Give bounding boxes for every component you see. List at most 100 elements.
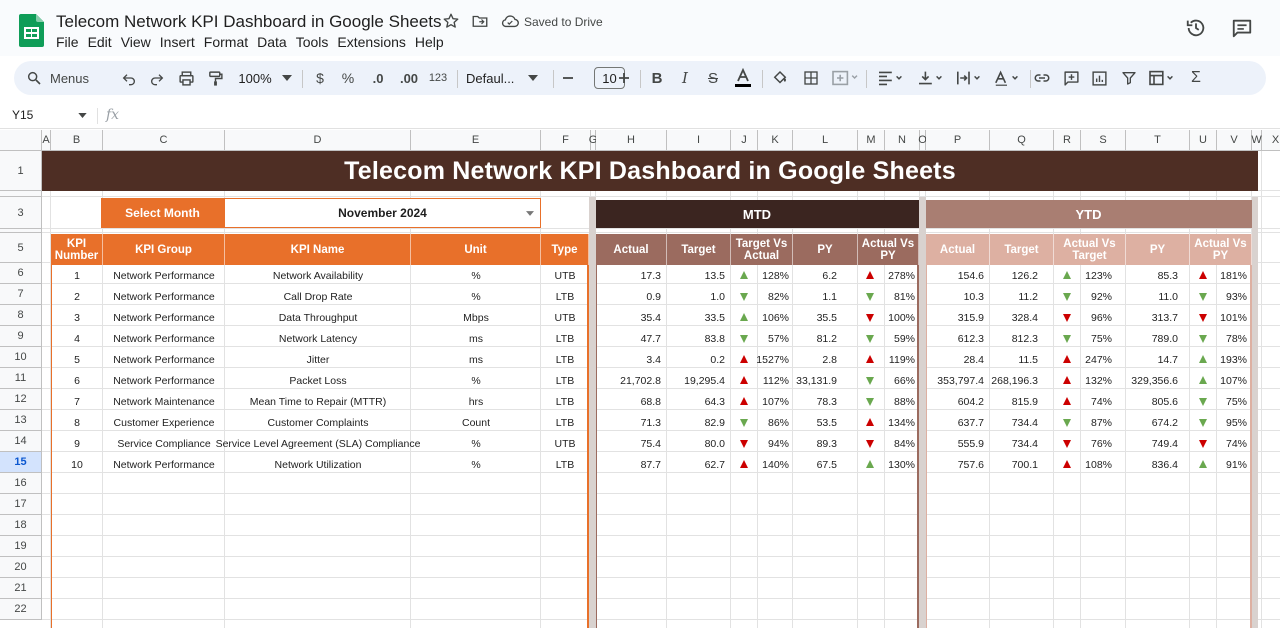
arrow-up-icon bbox=[1063, 355, 1071, 363]
paint-format-icon[interactable] bbox=[205, 61, 225, 95]
vertical-align-icon[interactable] bbox=[914, 61, 948, 95]
bold-icon[interactable]: B bbox=[648, 61, 666, 95]
column-header[interactable]: P bbox=[926, 130, 990, 151]
merge-cells-icon[interactable] bbox=[830, 61, 860, 95]
select-all-corner[interactable] bbox=[0, 130, 42, 151]
row-header[interactable]: 1 bbox=[0, 151, 42, 191]
currency-format-button[interactable]: $ bbox=[312, 61, 328, 95]
insert-chart-icon[interactable] bbox=[1089, 61, 1109, 95]
row-header[interactable]: 13 bbox=[0, 410, 42, 431]
percent-format-button[interactable]: % bbox=[340, 61, 356, 95]
mtd-target-vs-actual: 82% bbox=[767, 290, 789, 303]
column-header[interactable]: S bbox=[1081, 130, 1126, 151]
row-header[interactable]: 14 bbox=[0, 431, 42, 452]
column-header[interactable]: H bbox=[596, 130, 667, 151]
name-box[interactable]: Y15 bbox=[12, 108, 33, 122]
increase-decimal-button[interactable]: .00 bbox=[396, 61, 422, 95]
column-header[interactable]: L bbox=[793, 130, 858, 151]
row-header[interactable]: 7 bbox=[0, 284, 42, 305]
text-rotation-icon[interactable] bbox=[990, 61, 1024, 95]
menu-format[interactable]: Format bbox=[204, 34, 255, 50]
row-header[interactable]: 10 bbox=[0, 347, 42, 368]
row-header[interactable]: 8 bbox=[0, 305, 42, 326]
menu-help[interactable]: Help bbox=[415, 34, 451, 50]
column-header[interactable]: K bbox=[758, 130, 793, 151]
column-header[interactable]: F bbox=[541, 130, 591, 151]
menu-edit[interactable]: Edit bbox=[88, 34, 119, 50]
column-header[interactable]: U bbox=[1190, 130, 1217, 151]
row-header[interactable]: 16 bbox=[0, 473, 42, 494]
redo-icon[interactable] bbox=[148, 61, 166, 95]
row-header[interactable]: 22 bbox=[0, 599, 42, 620]
row-header[interactable]: 12 bbox=[0, 389, 42, 410]
horizontal-align-icon[interactable] bbox=[874, 61, 908, 95]
column-header[interactable]: I bbox=[667, 130, 731, 151]
print-icon[interactable] bbox=[176, 61, 196, 95]
menu-view[interactable]: View bbox=[121, 34, 158, 50]
row-header[interactable]: 9 bbox=[0, 326, 42, 347]
text-wrapping-icon[interactable] bbox=[952, 61, 986, 95]
menu-file[interactable]: File bbox=[56, 34, 86, 50]
column-header[interactable]: J bbox=[731, 130, 758, 151]
row-header[interactable]: 11 bbox=[0, 368, 42, 389]
zoom-select[interactable]: 100% bbox=[234, 61, 296, 95]
menu-extensions[interactable]: Extensions bbox=[337, 34, 412, 50]
insert-comment-icon[interactable] bbox=[1061, 61, 1081, 95]
column-header[interactable]: D bbox=[225, 130, 411, 151]
undo-icon[interactable] bbox=[120, 61, 138, 95]
row-header[interactable]: 3 bbox=[0, 197, 42, 229]
comments-icon[interactable] bbox=[1231, 17, 1253, 39]
decrease-decimal-button[interactable]: .0 bbox=[367, 61, 389, 95]
number-format-button[interactable]: 123 bbox=[427, 61, 449, 95]
strikethrough-icon[interactable]: S bbox=[704, 61, 722, 95]
fill-color-icon[interactable] bbox=[770, 61, 790, 95]
row-header[interactable]: 15 bbox=[0, 452, 42, 473]
font-select[interactable]: Defaul... bbox=[466, 61, 542, 95]
column-header[interactable]: W bbox=[1251, 130, 1262, 151]
kpi-unit: % bbox=[471, 458, 481, 471]
row-header[interactable]: 20 bbox=[0, 557, 42, 578]
decrease-font-size-button[interactable] bbox=[560, 61, 576, 95]
row-header[interactable]: 18 bbox=[0, 515, 42, 536]
functions-icon[interactable]: Σ bbox=[1186, 61, 1206, 95]
menu-insert[interactable]: Insert bbox=[160, 34, 202, 50]
italic-icon[interactable]: I bbox=[676, 61, 694, 95]
menu-tools[interactable]: Tools bbox=[296, 34, 336, 50]
column-header[interactable]: X bbox=[1262, 130, 1280, 151]
column-header[interactable]: R bbox=[1054, 130, 1081, 151]
insert-link-icon[interactable] bbox=[1032, 61, 1052, 95]
filter-views-icon[interactable] bbox=[1145, 61, 1179, 95]
increase-font-size-button[interactable] bbox=[616, 61, 632, 95]
column-header[interactable]: M bbox=[858, 130, 885, 151]
document-title[interactable]: Telecom Network KPI Dashboard in Google … bbox=[56, 12, 442, 32]
cloud-saved-icon[interactable] bbox=[500, 12, 519, 30]
text-color-icon[interactable] bbox=[732, 61, 754, 95]
move-to-folder-icon[interactable] bbox=[471, 12, 489, 30]
chevron-down-icon bbox=[281, 75, 292, 81]
row-header[interactable]: 5 bbox=[0, 233, 42, 263]
column-header[interactable]: T bbox=[1126, 130, 1190, 151]
chevron-down-icon[interactable] bbox=[78, 113, 87, 118]
sheets-logo-icon[interactable] bbox=[19, 14, 44, 47]
kpi-type: LTB bbox=[555, 416, 575, 429]
row-header[interactable]: 21 bbox=[0, 578, 42, 599]
column-header[interactable]: A bbox=[42, 130, 51, 151]
spreadsheet-grid[interactable]: ABCDEFGHIJKLMNOPQRSTUVWX 123456789101112… bbox=[0, 130, 1280, 628]
kpi-number: 7 bbox=[74, 395, 80, 408]
month-dropdown[interactable]: November 2024 bbox=[224, 198, 541, 228]
column-header[interactable]: Q bbox=[990, 130, 1054, 151]
row-header[interactable]: 19 bbox=[0, 536, 42, 557]
version-history-icon[interactable] bbox=[1185, 17, 1207, 39]
column-header[interactable]: B bbox=[51, 130, 103, 151]
row-header[interactable]: 6 bbox=[0, 263, 42, 284]
search-menus-button[interactable]: Menus bbox=[26, 61, 118, 95]
column-header[interactable]: E bbox=[411, 130, 541, 151]
filter-icon[interactable] bbox=[1119, 61, 1139, 95]
column-header[interactable]: N bbox=[885, 130, 920, 151]
row-header[interactable]: 17 bbox=[0, 494, 42, 515]
column-header[interactable]: C bbox=[103, 130, 225, 151]
star-icon[interactable] bbox=[442, 12, 460, 30]
column-header[interactable]: V bbox=[1217, 130, 1252, 151]
menu-data[interactable]: Data bbox=[257, 34, 294, 50]
borders-icon[interactable] bbox=[801, 61, 821, 95]
